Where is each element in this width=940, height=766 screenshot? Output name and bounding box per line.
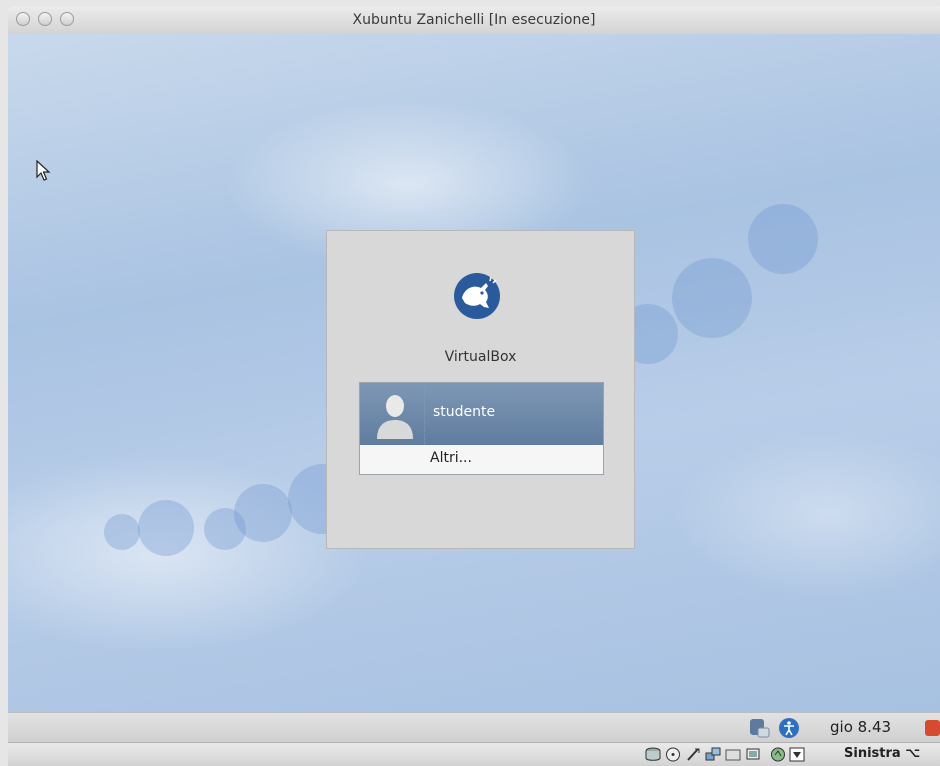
user-list: studente Altri...	[359, 382, 604, 475]
network-icon[interactable]	[705, 747, 721, 762]
xubuntu-bottom-panel: gio 8.43	[8, 712, 940, 743]
background-bubble	[672, 258, 752, 338]
user-name-label: studente	[433, 404, 496, 420]
background-bubble	[234, 484, 292, 542]
login-panel: VirtualBox studente Altri...	[326, 230, 635, 549]
display-icon[interactable]	[745, 747, 761, 762]
arrow-down-icon[interactable]	[789, 747, 805, 762]
shared-folders-icon[interactable]	[725, 747, 741, 762]
hostname-label: VirtualBox	[444, 349, 517, 365]
host-key-label: Sinistra ⌥	[844, 746, 921, 761]
hard-disk-icon[interactable]	[645, 747, 661, 762]
clock[interactable]: gio 8.43	[830, 718, 891, 736]
xubuntu-mouse-logo-icon	[454, 273, 500, 319]
virtualbox-status-bar: Sinistra ⌥	[8, 742, 940, 766]
background-bubble	[748, 204, 818, 274]
session-indicator-icon[interactable]	[748, 717, 770, 739]
window-titlebar[interactable]: Xubuntu Zanichelli [In esecuzione]	[8, 6, 940, 35]
background-bubble	[104, 514, 140, 550]
accessibility-icon[interactable]	[778, 717, 800, 739]
mouse-cursor-icon	[36, 160, 51, 181]
capture-icon[interactable]	[770, 747, 786, 762]
other-users-label: Altri...	[430, 450, 472, 466]
power-icon[interactable]	[925, 720, 940, 736]
background-bubble	[138, 500, 194, 556]
vm-desktop[interactable]: VirtualBox studente Altri...	[8, 34, 940, 712]
optical-drive-icon[interactable]	[665, 747, 681, 762]
other-users-item[interactable]: Altri...	[360, 445, 603, 474]
window-title: Xubuntu Zanichelli [In esecuzione]	[352, 12, 596, 28]
user-item-studente[interactable]: studente	[360, 383, 603, 474]
usb-icon[interactable]	[685, 747, 701, 762]
user-avatar-icon	[377, 395, 413, 439]
